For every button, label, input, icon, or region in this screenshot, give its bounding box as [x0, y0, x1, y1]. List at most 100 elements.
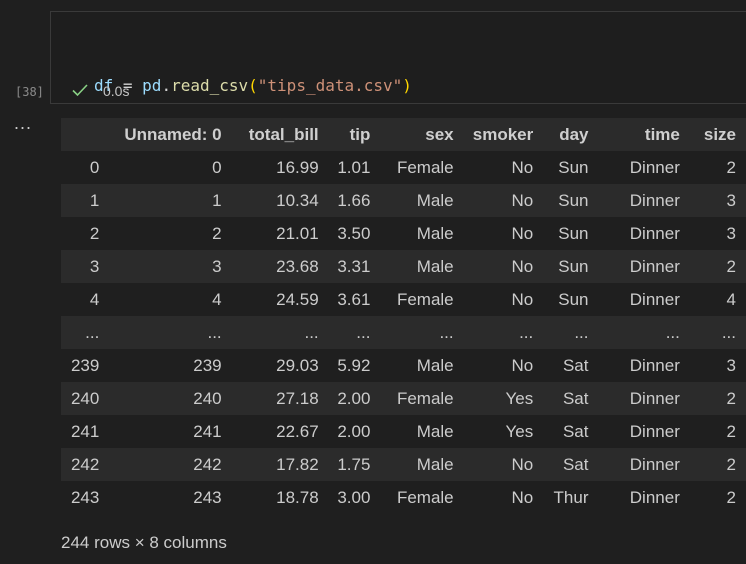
code-token: . — [161, 76, 172, 95]
table-cell: Male — [416, 454, 454, 474]
table-cell: Male — [416, 421, 454, 441]
table-cell: Sat — [562, 388, 589, 408]
table-header-row: Unnamed: 0 total_bill tip sex smoker day… — [61, 118, 746, 151]
table-cell: 4 — [726, 289, 736, 309]
table-cell: Dinner — [629, 157, 680, 177]
code-token: read_csv — [171, 76, 249, 95]
table-cell: 2 — [726, 157, 736, 177]
code-token: ) — [402, 76, 412, 95]
table-cell: 2 — [212, 223, 222, 243]
table-cell: Female — [396, 289, 454, 309]
table-cell: 5.92 — [337, 355, 371, 375]
table-row: 242 242 17.82 1.75 Male No Sat Dinner 2 — [61, 448, 746, 481]
column-header: size — [689, 118, 746, 151]
table-cell: 1 — [212, 190, 222, 210]
table-cell: 23.68 — [276, 256, 319, 276]
table-cell: Sat — [562, 355, 589, 375]
table-row: ........................... — [61, 316, 746, 349]
table-cell: Sun — [558, 157, 589, 177]
table-cell: No — [511, 289, 534, 309]
column-header: Unnamed: 0 — [116, 118, 232, 151]
table-cell: 4 — [212, 289, 222, 309]
dataframe-table: Unnamed: 0 total_bill tip sex smoker day… — [61, 118, 746, 514]
table-cell: Yes — [505, 421, 534, 441]
table-row: 239 239 29.03 5.92 Male No Sat Dinner 3 — [61, 349, 746, 382]
code-line-1: df = pd.read_csv("tips_data.csv") — [94, 74, 412, 98]
table-cell: 3 — [212, 256, 222, 276]
row-index: 241 — [70, 421, 100, 441]
check-icon — [72, 84, 88, 97]
table-cell: ... — [304, 322, 319, 342]
table-summary: 244 rows × 8 columns — [61, 533, 227, 552]
table-row: 1 1 10.34 1.66 Male No Sun Dinner 3 — [61, 184, 746, 217]
table-cell: 21.01 — [276, 223, 319, 243]
table-cell: 24.59 — [276, 289, 319, 309]
table-cell: 1.75 — [337, 454, 371, 474]
table-cell: Female — [396, 487, 454, 507]
table-cell: 3 — [726, 190, 736, 210]
table-cell: 29.03 — [276, 355, 319, 375]
table-cell: 0 — [212, 157, 222, 177]
table-cell: 2 — [726, 388, 736, 408]
table-cell: No — [511, 256, 534, 276]
column-header: time — [598, 118, 690, 151]
column-header-index — [61, 118, 117, 151]
table-cell: Dinner — [629, 487, 680, 507]
table-cell: 241 — [193, 421, 222, 441]
table-cell: No — [511, 355, 534, 375]
table-cell: Yes — [505, 388, 534, 408]
table-cell: ... — [665, 322, 680, 342]
table-cell: Thur — [553, 487, 589, 507]
table-cell: 3 — [726, 223, 736, 243]
column-header: total_bill — [231, 118, 329, 151]
table-row: 2 2 21.01 3.50 Male No Sun Dinner 3 — [61, 217, 746, 250]
table-row: 240 240 27.18 2.00 Female Yes Sat Dinner 2 — [61, 382, 746, 415]
table-cell: Sun — [558, 223, 589, 243]
column-header: sex — [380, 118, 464, 151]
table-cell: Dinner — [629, 355, 680, 375]
table-row: 4 4 24.59 3.61 Female No Sun Dinner 4 — [61, 283, 746, 316]
output-more-icon[interactable]: ... — [14, 113, 32, 134]
execution-time: 0.0s — [103, 83, 130, 99]
table-cell: 1.66 — [337, 190, 371, 210]
table-cell: 10.34 — [276, 190, 319, 210]
table-cell: Male — [416, 223, 454, 243]
row-index: 243 — [70, 487, 100, 507]
table-cell: Dinner — [629, 256, 680, 276]
table-cell: No — [511, 157, 534, 177]
table-cell: No — [511, 487, 534, 507]
table-row: 243 243 18.78 3.00 Female No Thur Dinner 2 — [61, 481, 746, 514]
column-header: day — [543, 118, 599, 151]
table-cell: 1.01 — [337, 157, 371, 177]
row-index: 240 — [70, 388, 100, 408]
column-header: smoker — [463, 118, 544, 151]
table-cell: Male — [416, 190, 454, 210]
table-cell: ... — [207, 322, 222, 342]
table-cell: Sat — [562, 421, 589, 441]
table-cell: 22.67 — [276, 421, 319, 441]
table-cell: No — [511, 190, 534, 210]
table-cell: ... — [574, 322, 589, 342]
table-cell: 2 — [726, 256, 736, 276]
table-row: 3 3 23.68 3.31 Male No Sun Dinner 2 — [61, 250, 746, 283]
table-cell: Female — [396, 388, 454, 408]
table-cell: Sun — [558, 256, 589, 276]
row-index: 242 — [70, 454, 100, 474]
table-cell: Sun — [558, 190, 589, 210]
table-cell: Dinner — [629, 454, 680, 474]
table-cell: 239 — [193, 355, 222, 375]
table-cell: No — [511, 223, 534, 243]
column-header: tip — [328, 118, 381, 151]
row-index: 239 — [70, 355, 100, 375]
table-cell: 3 — [726, 355, 736, 375]
table-cell: Dinner — [629, 223, 680, 243]
table-cell: 17.82 — [276, 454, 319, 474]
table-cell: Male — [416, 355, 454, 375]
code-token: ( — [248, 76, 258, 95]
row-index: 1 — [89, 190, 100, 210]
table-cell: ... — [439, 322, 454, 342]
table-cell: ... — [721, 322, 736, 342]
code-cell[interactable]: df = pd.read_csv("tips_data.csv") df — [50, 11, 746, 167]
table-cell: ... — [356, 322, 371, 342]
code-token: "tips_data.csv" — [257, 76, 403, 95]
